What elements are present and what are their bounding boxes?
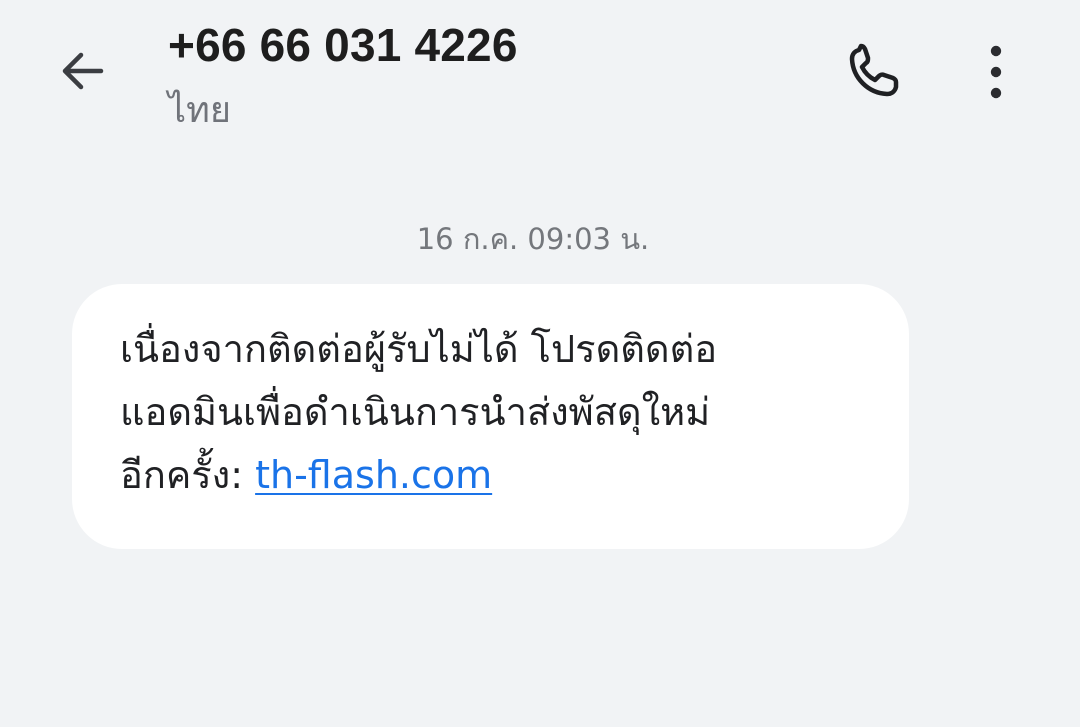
message-body: เนื่องจากติดต่อผู้รับไม่ได้ โปรดติดต่อ แ… <box>120 318 869 507</box>
message-line-2: แอดมินเพื่อดำเนินการนำส่งพัสดุใหม่ <box>120 390 711 434</box>
more-vert-icon <box>987 43 1005 101</box>
message-line-3: อีกครั้ง: th-flash.com <box>120 444 869 507</box>
message-date: 16 ก.ค. 09:03 น. <box>416 222 650 256</box>
message-bubble[interactable]: เนื่องจากติดต่อผู้รับไม่ได้ โปรดติดต่อ แ… <box>72 284 909 549</box>
message-line-3-prefix: อีกครั้ง: <box>120 453 256 497</box>
call-button[interactable] <box>832 32 914 114</box>
top-app-bar: +66 66 031 4226 ไทย <box>0 0 1080 160</box>
phone-icon <box>841 41 905 105</box>
contact-subtitle: ไทย <box>168 90 231 131</box>
message-line-1: เนื่องจากติดต่อผู้รับไม่ได้ โปรดติดต่อ <box>120 327 718 371</box>
message-link[interactable]: th-flash.com <box>255 453 492 497</box>
back-arrow-icon <box>53 41 113 101</box>
contact-title: +66 66 031 4226 <box>168 19 518 71</box>
back-button[interactable] <box>44 30 122 112</box>
more-options-button[interactable] <box>960 28 1032 116</box>
